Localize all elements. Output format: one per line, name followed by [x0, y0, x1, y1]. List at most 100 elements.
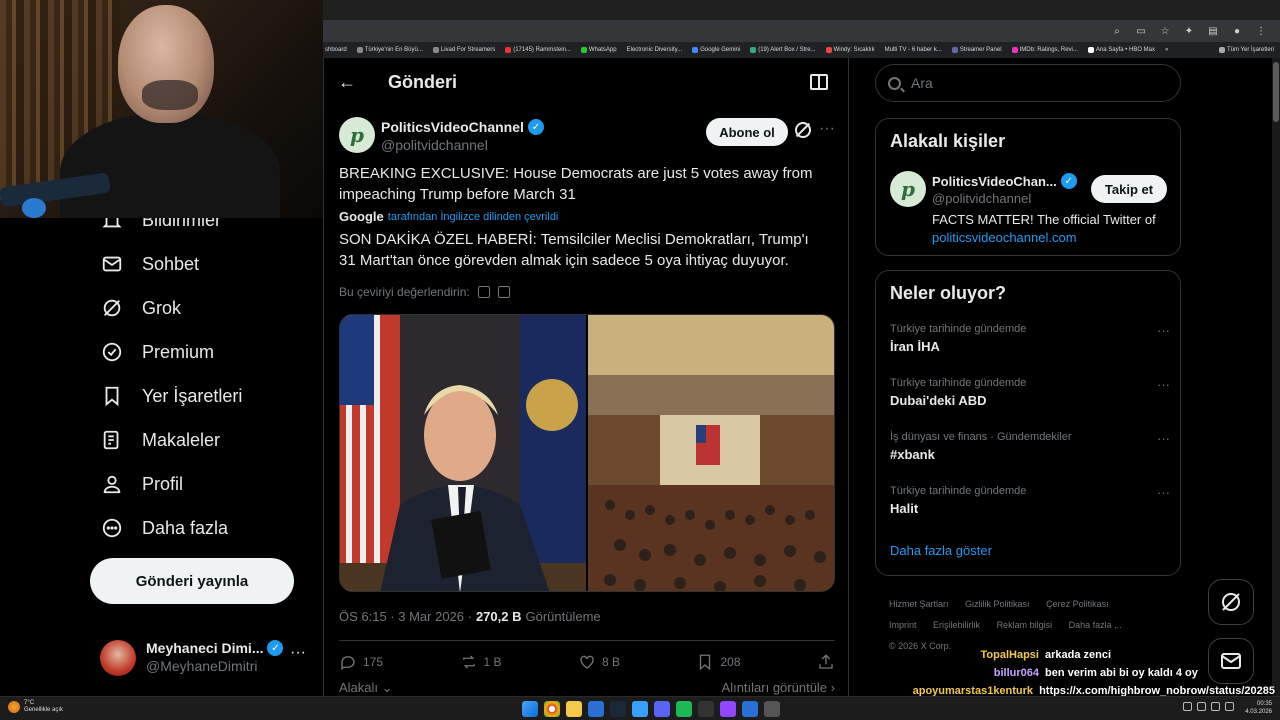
post-media-image[interactable]: [339, 314, 835, 592]
post-timestamp[interactable]: ÖS 6:15 · 3 Mar 2026 ·: [339, 609, 472, 624]
nav-articles[interactable]: Makaleler: [100, 428, 220, 452]
reply-button[interactable]: 175: [339, 650, 383, 674]
bookmark-item[interactable]: Türkiye'nin En Büyü...: [356, 47, 423, 53]
like-button[interactable]: 8 B: [578, 650, 620, 674]
thumbs-up-icon[interactable]: [477, 286, 490, 298]
search-input[interactable]: Ara: [875, 64, 1181, 102]
trend-item[interactable]: İş dünyası ve finans · Gündemdekiler #xb…: [890, 431, 1170, 462]
show-more-link[interactable]: Daha fazla göster: [890, 543, 992, 558]
grok-fab[interactable]: [1208, 579, 1254, 625]
discord-icon[interactable]: [654, 701, 670, 717]
account-switcher[interactable]: Meyhaneci Dimi... ✓ @MeyhaneDimitri ···: [100, 636, 310, 680]
bookmark-item[interactable]: shboard: [325, 47, 347, 53]
volume-icon[interactable]: [1211, 702, 1220, 711]
nav-bookmarks[interactable]: Yer İşaretleri: [100, 384, 242, 408]
footer-link[interactable]: Reklam bilgisi: [997, 620, 1053, 630]
repost-button[interactable]: 1 B: [460, 650, 502, 674]
page-title: Gönderi: [388, 72, 458, 92]
page-scrollbar[interactable]: [1272, 58, 1280, 696]
account-more-icon[interactable]: ···: [290, 644, 306, 662]
bookmark-item[interactable]: Google Gemini: [692, 47, 740, 53]
bookmark-item[interactable]: Windy: Sıcaklık: [825, 47, 875, 53]
bookmark-item[interactable]: Livad For Streamers: [432, 47, 495, 53]
footer-link[interactable]: Gizlilik Politikası: [965, 599, 1030, 609]
notification-icon[interactable]: [1225, 702, 1234, 711]
zoom-icon[interactable]: ⌕: [1110, 24, 1124, 38]
bookmark-item[interactable]: (17145) Rammstein...: [505, 47, 571, 53]
steam-icon[interactable]: [610, 701, 626, 717]
bookmark-button[interactable]: 208: [696, 650, 741, 674]
app-icon[interactable]: [764, 701, 780, 717]
footer-link[interactable]: Çerez Politikası: [1046, 599, 1109, 609]
nav-profile[interactable]: Profil: [100, 472, 183, 496]
follow-button[interactable]: Takip et: [1091, 175, 1167, 203]
footer-link[interactable]: Daha fazla ...: [1069, 620, 1122, 630]
app-icon[interactable]: [742, 701, 758, 717]
footer-link[interactable]: Erişilebilirlik: [933, 620, 980, 630]
grok-explain-icon[interactable]: [795, 122, 811, 138]
back-arrow-icon[interactable]: ←: [338, 72, 358, 92]
tab-search-icon[interactable]: ▤: [1206, 24, 1220, 38]
app-icon[interactable]: [632, 701, 648, 717]
post-button[interactable]: Gönderi yayınla: [90, 558, 294, 604]
file-explorer-icon[interactable]: [566, 701, 582, 717]
trend-context: Türkiye tarihinde gündemde: [890, 323, 1027, 335]
spotify-icon[interactable]: [676, 701, 692, 717]
share-button[interactable]: [817, 650, 835, 674]
app-icon[interactable]: [588, 701, 604, 717]
network-icon[interactable]: [1197, 702, 1206, 711]
nav-grok[interactable]: Grok: [100, 296, 181, 320]
related-person-bio: FACTS MATTER! The official Twitter of po…: [932, 211, 1172, 247]
bookmark-item[interactable]: (19) Alert Box / Stre...: [750, 47, 816, 53]
related-person-name[interactable]: PoliticsVideoChan... ✓: [932, 173, 1077, 189]
trend-item[interactable]: Türkiye tarihinde gündemde İran İHA ···: [890, 323, 1170, 354]
bookmark-item[interactable]: WhatsApp: [580, 47, 617, 53]
bookmark-item[interactable]: Electronic Diversity...: [627, 47, 683, 53]
star-icon[interactable]: ☆: [1158, 24, 1172, 38]
post-more-icon[interactable]: ···: [819, 120, 835, 138]
reader-mode-icon[interactable]: [810, 74, 828, 90]
footer-link[interactable]: Hizmet Şartları: [889, 599, 949, 609]
bookmark-item[interactable]: IMDb: Ratings, Revi...: [1011, 47, 1078, 53]
post-author-name[interactable]: PoliticsVideoChannel ✓: [381, 119, 544, 135]
bookmark-item[interactable]: Multi TV - 6 haber k...: [885, 47, 942, 53]
start-icon[interactable]: [522, 701, 538, 717]
nav-more[interactable]: Daha fazla: [100, 516, 228, 540]
bookmark-item[interactable]: Streamer Panel: [951, 47, 1002, 53]
browser-menu-icon[interactable]: ⋮: [1254, 24, 1268, 38]
trend-more-icon[interactable]: ···: [1157, 485, 1170, 500]
nav-premium[interactable]: Premium: [100, 340, 214, 364]
profile-icon[interactable]: ●: [1230, 24, 1244, 38]
trend-more-icon[interactable]: ···: [1157, 431, 1170, 446]
bio-link[interactable]: politicsvideochannel.com: [932, 229, 1172, 247]
divider: [339, 640, 835, 641]
thumbs-down-icon[interactable]: [497, 286, 510, 298]
bookmark-item[interactable]: Ana Sayfa • HBO Max: [1087, 47, 1155, 53]
related-person-avatar[interactable]: p: [890, 171, 926, 207]
taskbar-clock[interactable]: 00:35 4.03.2026: [1245, 700, 1272, 716]
trend-item[interactable]: Türkiye tarihinde gündemde Dubai'deki AB…: [890, 377, 1170, 408]
tray-chevron-icon[interactable]: [1183, 702, 1192, 711]
trend-more-icon[interactable]: ···: [1157, 323, 1170, 338]
scrollbar-thumb[interactable]: [1273, 62, 1279, 122]
bookmarks-overflow-icon[interactable]: »: [1165, 47, 1168, 53]
related-person-handle[interactable]: @politvidchannel: [932, 191, 1031, 206]
extensions-icon[interactable]: ✦: [1182, 24, 1196, 38]
trend-item[interactable]: Türkiye tarihinde gündemde Halit ···: [890, 485, 1170, 516]
trend-more-icon[interactable]: ···: [1157, 377, 1170, 392]
view-quotes-link[interactable]: Alıntıları görüntüle ›: [722, 680, 835, 696]
chrome-icon[interactable]: [544, 701, 560, 717]
cast-icon[interactable]: ▭: [1134, 24, 1148, 38]
subscribe-button[interactable]: Abone ol: [706, 118, 788, 146]
nav-messages[interactable]: Sohbet: [100, 252, 199, 276]
twitch-icon[interactable]: [720, 701, 736, 717]
app-icon[interactable]: [698, 701, 714, 717]
post-author-avatar[interactable]: p: [339, 117, 375, 153]
footer-link[interactable]: Imprint: [889, 620, 917, 630]
related-dropdown[interactable]: Alakalı ⌄: [339, 680, 393, 696]
post-author-handle[interactable]: @politvidchannel: [381, 137, 488, 153]
all-bookmarks-folder[interactable]: Tüm Yer İşaretleri: [1218, 47, 1280, 53]
weather-widget[interactable]: 7°C Genellikle açık: [8, 700, 63, 714]
trends-card: Neler oluyor? Türkiye tarihinde gündemde…: [875, 270, 1181, 576]
translation-source-link[interactable]: tarafından İngilizce dilinden çevrildi: [388, 211, 559, 223]
